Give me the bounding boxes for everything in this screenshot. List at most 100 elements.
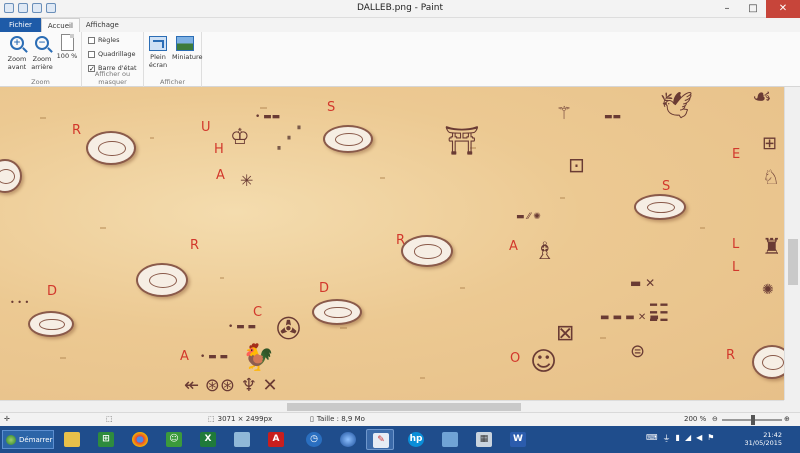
taskbar-clock[interactable]: ◷ (300, 429, 328, 450)
ribbon: + Zoom avant − Zoom arrière 100 % Zoom R… (0, 32, 800, 87)
glyph-stone (0, 159, 22, 193)
glyph-altar: ⛩ (444, 124, 480, 157)
taskbar-explorer[interactable] (58, 429, 86, 450)
taskbar-chrome[interactable] (126, 429, 154, 450)
letter-label: C (253, 305, 263, 320)
taskbar-acrobat[interactable]: A (262, 429, 290, 450)
taskbar-app[interactable] (228, 429, 256, 450)
taskbar-word[interactable]: W (504, 429, 532, 450)
taskbar-earth[interactable] (334, 429, 362, 450)
glyph-stone (86, 131, 136, 165)
zoom-out-small-button[interactable]: ⊖ (712, 415, 718, 423)
zoom-in-icon: + (10, 36, 24, 50)
rulers-checkbox[interactable]: Règles (88, 36, 120, 44)
close-button[interactable]: ✕ (766, 0, 800, 18)
taskbar-calculator[interactable]: ▦ (470, 429, 498, 450)
glyph-stone (323, 125, 373, 153)
minimize-button[interactable]: – (714, 0, 740, 18)
glyph-square: ⊠ (556, 321, 575, 346)
vertical-scrollbar[interactable] (784, 87, 800, 400)
file-size: ▯ Taille : 8,9 Mo (310, 415, 365, 423)
letter-label: S (662, 179, 671, 194)
photo-icon (442, 432, 458, 447)
glyph-dots: • ▬ ▬ (200, 352, 229, 362)
glyph-tree: ⚚ (556, 103, 573, 124)
letter-label: A (509, 239, 518, 254)
letter-label: A (216, 168, 225, 183)
vertical-scroll-thumb[interactable] (788, 239, 798, 285)
pdf-icon: A (268, 432, 284, 447)
taskbar-paint[interactable]: ✎ (366, 429, 394, 450)
office-icon: ⊞ (98, 432, 114, 447)
zoom-in-button[interactable]: + Zoom avant (4, 34, 30, 71)
zoom-group-label: Zoom (31, 78, 50, 86)
excel-icon: X (200, 432, 216, 447)
start-button[interactable]: Démarrer (2, 430, 54, 449)
taskbar-contacts[interactable]: ☺ (160, 429, 188, 450)
clock[interactable]: 21:42 31/05/2015 (745, 431, 782, 447)
zoom-out-button[interactable]: − Zoom arrière (29, 34, 55, 71)
taskbar-excel[interactable]: X (194, 429, 222, 450)
glyph-dots: • ▬ ▬ (228, 322, 257, 332)
file-size-icon: ▯ (310, 415, 314, 423)
glyph-star: ✳ (240, 171, 254, 190)
letter-label: O (510, 351, 521, 366)
fullscreen-button[interactable]: Plein écran (145, 34, 171, 69)
glyph-figure: ♘ (762, 165, 780, 189)
glyph-constellation: ⋰ (274, 120, 304, 155)
glyph-stone (634, 194, 686, 220)
start-orb-icon (6, 434, 16, 445)
horizontal-scrollbar[interactable] (0, 400, 784, 412)
tab-file[interactable]: Fichier (0, 18, 41, 32)
fullscreen-icon (149, 36, 167, 51)
glyph-stone (752, 345, 784, 379)
zoom-in-small-button[interactable]: ⊕ (784, 415, 790, 423)
letter-label: S (327, 100, 336, 115)
show-hide-group: Règles Quadrillage ✓ Barre d'état Affiche… (82, 32, 144, 87)
letter-label: L (732, 260, 740, 275)
network-icon[interactable]: ▮ (676, 433, 680, 444)
tab-view[interactable]: Affichage (80, 18, 125, 32)
signal-icon[interactable]: ◢ (685, 433, 691, 444)
glyph-stone (28, 311, 74, 337)
glyph-figure: ♔ (230, 125, 250, 150)
chrome-icon (132, 432, 148, 447)
glyph-dots: ▬▬ (604, 112, 622, 122)
glyph-dots: ▬ ✕ (630, 276, 656, 290)
paint-icon: ✎ (373, 433, 389, 448)
taskbar-photos[interactable] (436, 429, 464, 450)
zoom-100-button[interactable]: 100 % (54, 34, 80, 60)
volume-icon[interactable]: ◀ (696, 433, 702, 444)
system-tray: ⌨ ⏚ ▮ ◢ ◀ ⚑ (646, 433, 714, 444)
image-dimensions: ⬚ 3071 × 2499px (208, 415, 273, 423)
taskbar-office[interactable]: ⊞ (92, 429, 120, 450)
taskbar: Démarrer ⊞ ☺ X A ◷ ✎ hp ▦ W ⌨ ⏚ ▮ ◢ ◀ ⚑ … (0, 426, 800, 453)
maximize-button[interactable]: □ (740, 0, 766, 18)
ribbon-tabs: Fichier Accueil Affichage (0, 18, 800, 32)
glyph-figure: ♜ (762, 235, 782, 260)
scroll-corner (784, 400, 800, 412)
letter-label: R (190, 238, 200, 253)
calculator-icon: ▦ (476, 432, 492, 447)
tab-home[interactable]: Accueil (40, 18, 80, 32)
gridlines-checkbox[interactable]: Quadrillage (88, 50, 136, 58)
taskbar-hp[interactable]: hp (402, 429, 430, 450)
letter-label: D (319, 281, 330, 296)
zoom-slider-knob[interactable] (751, 415, 755, 425)
keyboard-icon[interactable]: ⌨ (646, 433, 658, 444)
letter-label: R (72, 123, 82, 138)
glyph-ladder: ☷ (648, 299, 670, 327)
flag-icon[interactable]: ⚑ (707, 433, 714, 444)
glyph-bird: 🕊 (660, 91, 694, 121)
glyph-square: ⊞ (762, 133, 778, 154)
glyph-dots: • • • (10, 298, 30, 307)
usb-icon[interactable]: ⏚ (663, 433, 671, 444)
thumbnail-button[interactable]: Miniature (172, 34, 203, 61)
horizontal-scroll-thumb[interactable] (287, 403, 521, 411)
selection-size-icon: ⬚ (106, 415, 113, 423)
image-canvas[interactable]: R U H A S R R A S E L L D C D A O R ♔ • … (0, 87, 784, 400)
letter-label: E (732, 147, 741, 162)
people-icon: ☺ (166, 432, 182, 447)
glyph-circle: ⊜ (630, 341, 646, 362)
clock-icon: ◷ (306, 432, 322, 447)
